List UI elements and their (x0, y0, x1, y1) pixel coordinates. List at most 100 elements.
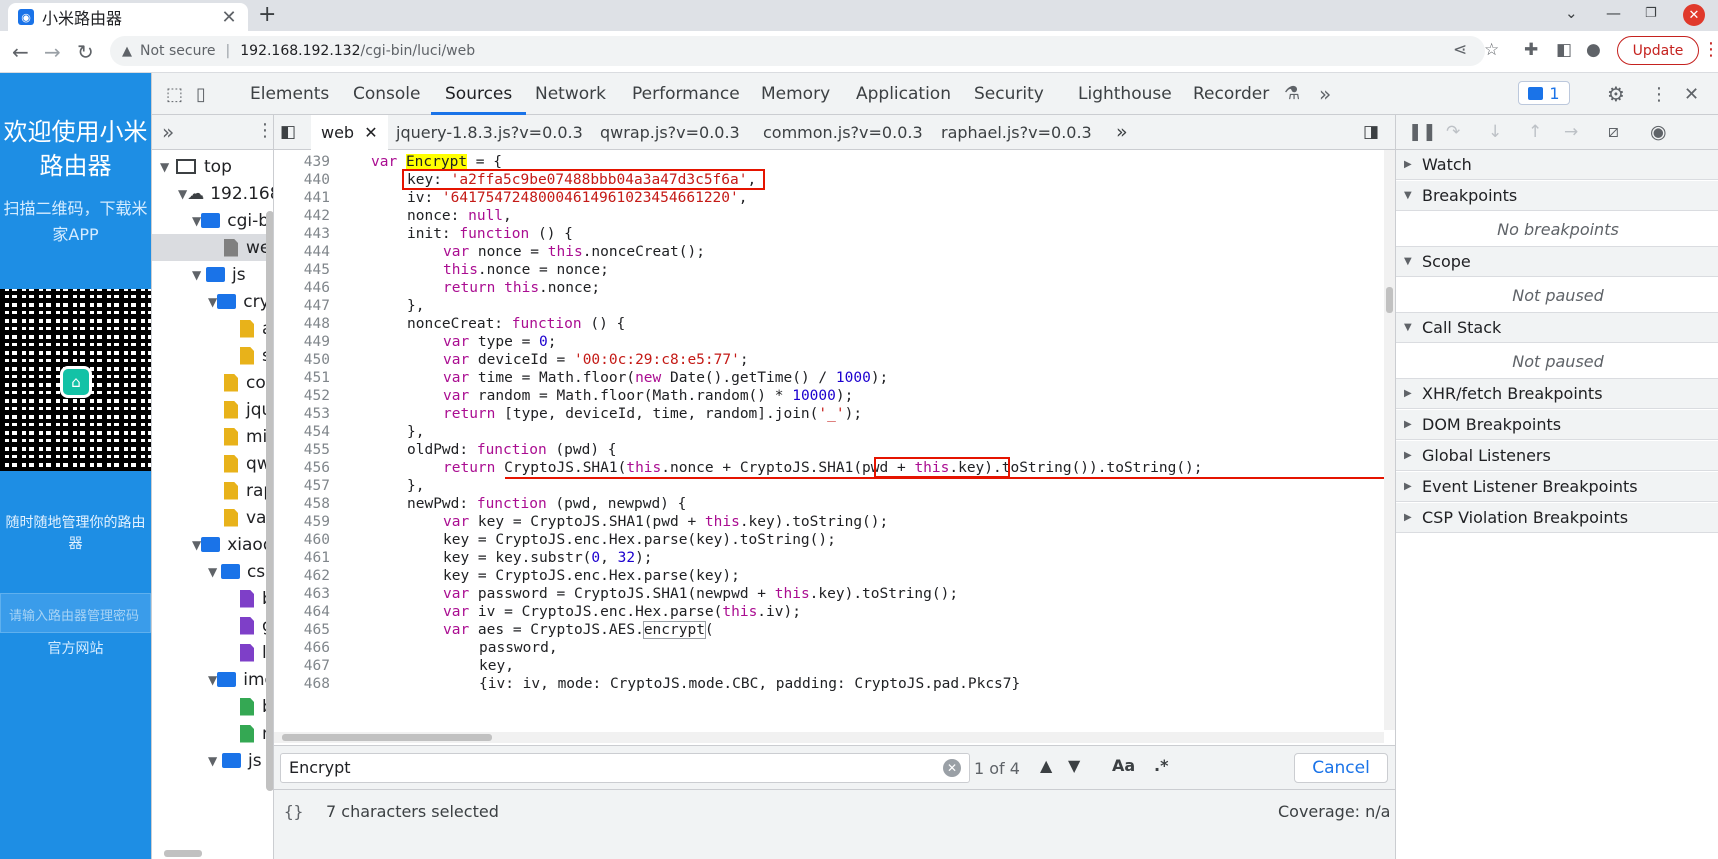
tree-item-top[interactable]: ▼ top (152, 153, 273, 180)
tree-item-file[interactable]: web (152, 234, 273, 261)
extensions-puzzle-icon[interactable]: ✚ (1524, 40, 1538, 60)
regex-toggle[interactable]: .* (1154, 756, 1168, 775)
expand-arrow-icon[interactable]: ▼ (208, 673, 217, 687)
tab-console[interactable]: Console (353, 73, 421, 115)
pane-watch[interactable]: ▶ Watch (1396, 150, 1718, 180)
navigator-menu-icon[interactable]: ⋮ (256, 120, 273, 141)
profile-avatar-icon[interactable]: ● (1586, 40, 1601, 60)
toggle-navigator-icon[interactable]: ◧ (280, 115, 296, 150)
navigator-more-icon[interactable]: » (162, 120, 174, 144)
tab-close-icon[interactable]: ✕ (220, 7, 238, 28)
code-vertical-scrollbar[interactable] (1384, 150, 1395, 730)
tab-search-icon[interactable]: ⌄ (1565, 4, 1578, 22)
reload-icon[interactable]: ↻ (77, 40, 94, 64)
file-tab-jquery[interactable]: jquery-1.8.3.js?v=0.0.3 (396, 115, 583, 150)
tree-item-file[interactable]: sha1.js (152, 342, 273, 369)
new-tab-button[interactable]: + (258, 2, 276, 27)
tree-item-folder[interactable]: ▼ js (152, 747, 273, 774)
expand-arrow-icon[interactable]: ▼ (192, 538, 201, 552)
tab-elements[interactable]: Elements (250, 73, 329, 115)
issues-button[interactable]: 1 (1518, 81, 1570, 105)
more-tabs-button[interactable]: » (1319, 82, 1331, 106)
pause-icon[interactable]: ❚❚ (1408, 122, 1437, 142)
tab-lighthouse[interactable]: Lighthouse (1078, 73, 1172, 115)
address-bar[interactable]: ▲ Not secure | 192.168.192.132 /cgi-bin/… (110, 36, 1485, 66)
restore-icon[interactable]: ❐ (1645, 6, 1657, 21)
match-case-toggle[interactable]: Aa (1112, 756, 1135, 775)
tab-security[interactable]: Security (974, 73, 1044, 115)
pane-event-listener-breakpoints[interactable]: ▶ Event Listener Breakpoints (1396, 472, 1718, 502)
step-out-icon[interactable]: ↑ (1528, 122, 1542, 142)
previous-match-icon[interactable]: ▲ (1040, 756, 1052, 775)
official-site-link[interactable]: 官方网站 (0, 638, 151, 658)
expand-arrow-icon[interactable]: ▼ (192, 268, 206, 282)
code-horizontal-scrollbar[interactable] (274, 732, 1384, 743)
tree-item-file[interactable]: mi.png (152, 720, 273, 747)
tree-item-domain[interactable]: ▼☁192.168.192.132 (152, 180, 273, 207)
router-password-input[interactable]: 请输入路由器管理密码 (0, 593, 151, 633)
tab-network[interactable]: Network (535, 73, 606, 115)
share-icon[interactable]: ⋖ (1453, 40, 1467, 60)
devtools-close-icon[interactable]: ✕ (1684, 84, 1699, 105)
browser-tab[interactable]: ◉ 小米路由器 ✕ (8, 3, 248, 31)
pane-csp-breakpoints[interactable]: ▶ CSP Violation Breakpoints (1396, 503, 1718, 533)
tree-item-file[interactable]: miwifi.js (152, 423, 273, 450)
next-match-icon[interactable]: ▼ (1068, 756, 1080, 775)
navigator-horizontal-scrollbar[interactable] (164, 850, 202, 857)
tree-item-file[interactable]: global.css (152, 612, 273, 639)
tab-performance[interactable]: Performance (632, 73, 740, 115)
warning-icon[interactable]: ▲ (122, 44, 132, 59)
expand-arrow-icon[interactable]: ▼ (192, 214, 201, 228)
device-toolbar-icon[interactable]: ▯ (196, 84, 206, 105)
toggle-debugger-icon[interactable]: ◨ (1363, 115, 1379, 150)
expand-arrow-icon[interactable]: ▼ (208, 565, 221, 579)
code-hscroll-thumb[interactable] (282, 734, 492, 741)
pretty-print-icon[interactable]: {} (284, 802, 303, 821)
expand-arrow-icon[interactable]: ▼ (208, 295, 217, 309)
pane-call-stack[interactable]: ▼ Call Stack (1396, 313, 1718, 343)
navigator-scrollbar[interactable] (266, 211, 273, 791)
tree-item-file[interactable]: qwrap.js (152, 450, 273, 477)
tree-item-folder[interactable]: ▼ css (152, 558, 273, 585)
back-arrow-icon[interactable]: ← (12, 40, 29, 64)
code-view[interactable]: 439 var Encrypt = { 440 key: 'a2ffa5c9be07… (274, 150, 1384, 730)
search-input[interactable]: Encrypt (280, 753, 970, 783)
code-scroll-thumb[interactable] (1386, 287, 1393, 313)
tree-item-folder[interactable]: ▼ js (152, 261, 273, 288)
not-secure-label[interactable]: Not secure (140, 43, 216, 59)
file-tab-web[interactable]: web ✕ (311, 115, 388, 150)
side-panel-icon[interactable]: ◧ (1556, 40, 1572, 60)
tree-item-folder[interactable]: ▼xiaoqiang (152, 531, 273, 558)
tree-item-folder[interactable]: ▼ img (152, 666, 273, 693)
cancel-search-button[interactable]: Cancel (1294, 753, 1388, 783)
tab-recorder[interactable]: Recorder (1193, 73, 1269, 115)
step-into-icon[interactable]: ↓ (1488, 122, 1502, 142)
forward-arrow-icon[interactable]: → (44, 40, 61, 64)
inspect-element-icon[interactable]: ⬚ (166, 84, 183, 105)
pane-scope[interactable]: ▼ Scope (1396, 247, 1718, 277)
tree-item-file[interactable]: jquery-1.8.3.js (152, 396, 273, 423)
tree-item-file[interactable]: raphael.js (152, 477, 273, 504)
tree-item-file[interactable]: aes.js (152, 315, 273, 342)
pane-dom-breakpoints[interactable]: ▶ DOM Breakpoints (1396, 410, 1718, 440)
tree-item-folder[interactable]: ▼cgi-bin/luci (152, 207, 273, 234)
pane-xhr-breakpoints[interactable]: ▶ XHR/fetch Breakpoints (1396, 379, 1718, 409)
more-files-button[interactable]: » (1116, 115, 1128, 150)
expand-arrow-icon[interactable]: ▼ (178, 187, 187, 201)
step-icon[interactable]: → (1564, 122, 1578, 142)
pause-on-exceptions-icon[interactable]: ◉ (1650, 121, 1667, 143)
expand-arrow-icon[interactable]: ▼ (160, 160, 174, 174)
tab-memory[interactable]: Memory (761, 73, 830, 115)
update-button[interactable]: Update (1617, 36, 1699, 65)
file-tab-raphael[interactable]: raphael.js?v=0.0.3 (941, 115, 1092, 150)
tree-item-file[interactable]: common.js (152, 369, 273, 396)
bookmark-star-icon[interactable]: ☆ (1484, 40, 1499, 60)
tree-item-file[interactable]: bg.jpg (152, 693, 273, 720)
browser-menu-icon[interactable]: ⋮ (1702, 39, 1718, 60)
window-close-button[interactable]: ✕ (1683, 4, 1705, 26)
pane-global-listeners[interactable]: ▶ Global Listeners (1396, 441, 1718, 471)
tree-item-file[interactable]: login.css (152, 639, 273, 666)
pane-breakpoints[interactable]: ▼ Breakpoints (1396, 181, 1718, 211)
devtools-menu-icon[interactable]: ⋮ (1650, 84, 1668, 105)
expand-arrow-icon[interactable]: ▼ (208, 754, 222, 768)
